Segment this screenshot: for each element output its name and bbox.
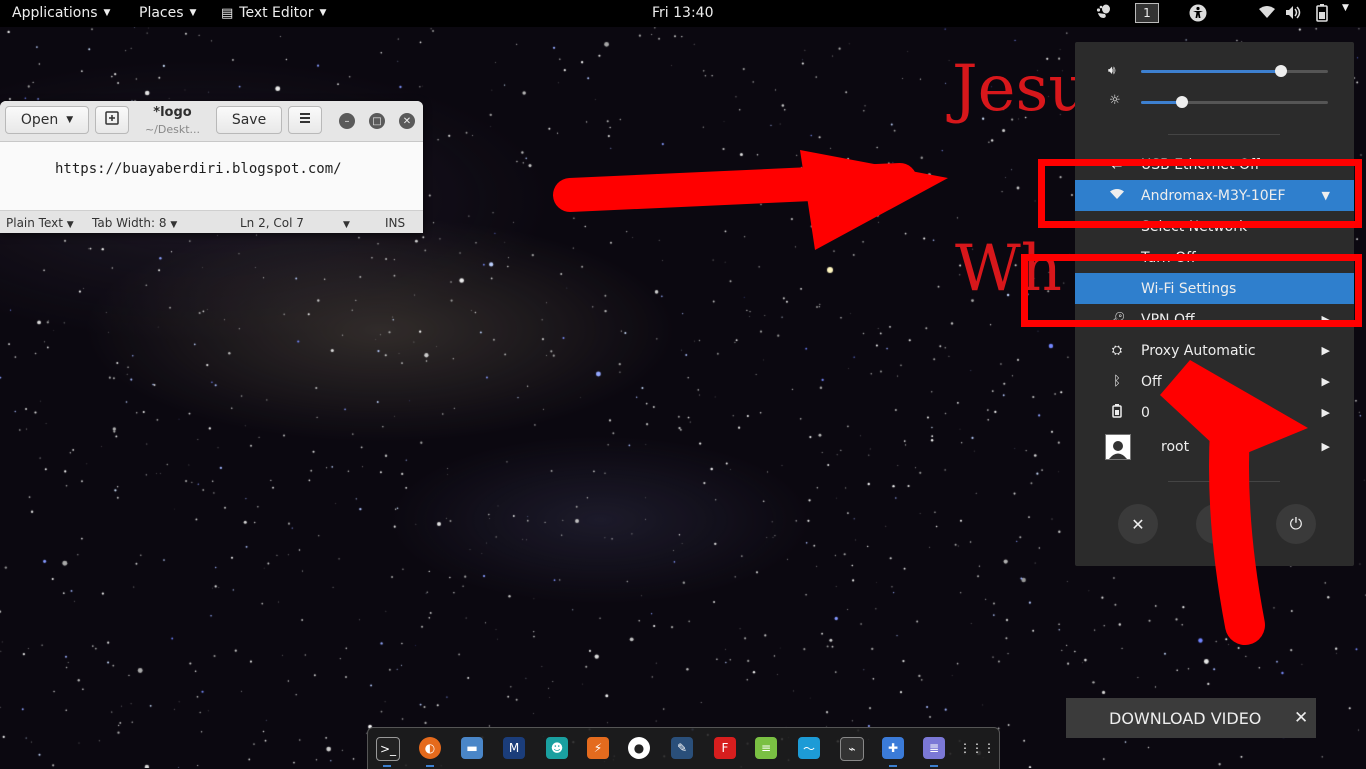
annotation-arrow-up xyxy=(1160,360,1308,645)
annotation-box-wifi xyxy=(1038,159,1362,228)
metasploit-icon[interactable]: M xyxy=(503,737,525,759)
terminal-icon[interactable]: >_ xyxy=(376,737,400,761)
annotation-arrow-right xyxy=(553,150,948,250)
annotation-arrows xyxy=(553,150,1308,645)
leafpad-icon[interactable]: ≡ xyxy=(755,737,777,759)
network-icon[interactable]: ✚ xyxy=(882,737,904,759)
running-indicator xyxy=(889,765,897,767)
gnome-system-monitor-icon[interactable]: ⌁ xyxy=(840,737,864,761)
running-indicator xyxy=(383,765,391,767)
firefox-icon[interactable]: ◐ xyxy=(419,737,441,759)
close-icon[interactable]: ✕ xyxy=(1294,708,1308,728)
beef-icon[interactable]: ✎ xyxy=(671,737,693,759)
faraday-icon[interactable]: F xyxy=(714,737,736,759)
running-indicator xyxy=(930,765,938,767)
download-video-bar: DOWNLOAD VIDEO ✕ xyxy=(1066,698,1316,738)
files-icon[interactable]: ▬ xyxy=(461,737,483,759)
maltego-icon[interactable]: ● xyxy=(628,737,650,759)
dock: >_ ◐ ▬ M ☻ ⚡ ● ✎ F ≡ 〜 ⌁ ✚ ≣ ⋮⋮⋮ xyxy=(367,727,1000,769)
running-indicator xyxy=(426,765,434,767)
show-apps-icon[interactable]: ⋮⋮⋮ xyxy=(959,737,995,759)
annotation-box-wifi-settings xyxy=(1021,254,1362,327)
text-editor-icon[interactable]: ≣ xyxy=(923,737,945,759)
download-video-button[interactable]: DOWNLOAD VIDEO xyxy=(1109,709,1261,728)
armitage-icon[interactable]: ☻ xyxy=(546,737,568,759)
system-monitor-icon[interactable]: 〜 xyxy=(798,737,820,759)
burpsuite-icon[interactable]: ⚡ xyxy=(587,737,609,759)
